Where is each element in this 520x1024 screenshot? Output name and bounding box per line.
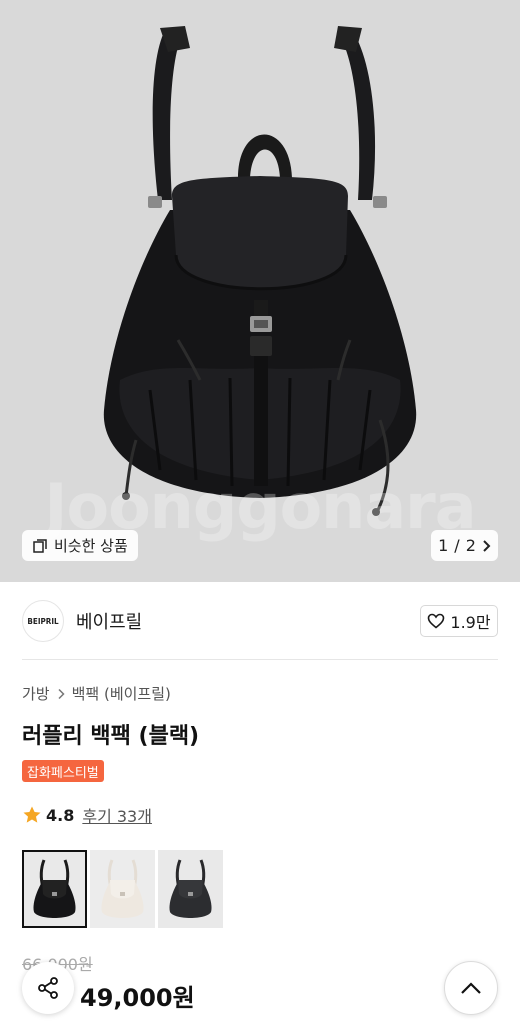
color-option-charcoal[interactable] (158, 850, 223, 928)
like-button[interactable]: 1.9만 (420, 605, 498, 637)
heart-icon (428, 613, 445, 629)
rating-score: 4.8 (46, 805, 75, 825)
breadcrumb-item-subcategory[interactable]: 백팩 (베이프릴) (72, 683, 171, 704)
pager-current: 1 (438, 536, 449, 555)
thumbnail-charcoal-image (158, 850, 223, 928)
product-image (103, 26, 417, 516)
reviews-link[interactable]: 후기 33개 (82, 803, 152, 827)
star-icon (23, 806, 41, 823)
rating: 4.8 후기 33개 (22, 803, 152, 827)
similar-products-button[interactable]: 비슷한 상품 (22, 530, 138, 561)
seller-logo[interactable]: BEIPRIL (22, 600, 64, 642)
scroll-top-button[interactable] (444, 961, 498, 1015)
thumbnail-ivory-image (90, 850, 155, 928)
chevron-right-icon (483, 539, 491, 552)
copy-icon (33, 538, 47, 553)
divider (22, 659, 498, 660)
like-count: 1.9만 (450, 613, 491, 632)
pager-separator: / (454, 536, 460, 555)
color-option-black[interactable] (22, 850, 87, 928)
share-button[interactable] (22, 962, 74, 1014)
thumbnail-black-image (22, 850, 87, 928)
color-option-ivory[interactable] (90, 850, 155, 928)
chevron-right-icon (58, 688, 65, 699)
image-pager[interactable]: 1 / 2 (431, 530, 498, 561)
color-options (22, 850, 223, 928)
sale-price: 49,000원 (80, 984, 195, 1012)
product-title: 러플리 백팩 (블랙) (22, 724, 200, 749)
seller-row[interactable]: BEIPRIL 베이프릴 1.9만 (22, 598, 498, 644)
event-badge: 잡화페스티벌 (22, 760, 104, 782)
breadcrumb: 가방 백팩 (베이프릴) (22, 683, 171, 704)
seller-name[interactable]: 베이프릴 (76, 608, 142, 634)
breadcrumb-item-category[interactable]: 가방 (22, 683, 50, 704)
share-icon (38, 977, 58, 999)
similar-products-label: 비슷한 상품 (54, 537, 128, 555)
chevron-up-icon (461, 982, 481, 994)
pager-total: 2 (465, 536, 476, 555)
product-image-carousel[interactable]: Joonggonara 비슷한 상품 1 / 2 (0, 0, 520, 582)
